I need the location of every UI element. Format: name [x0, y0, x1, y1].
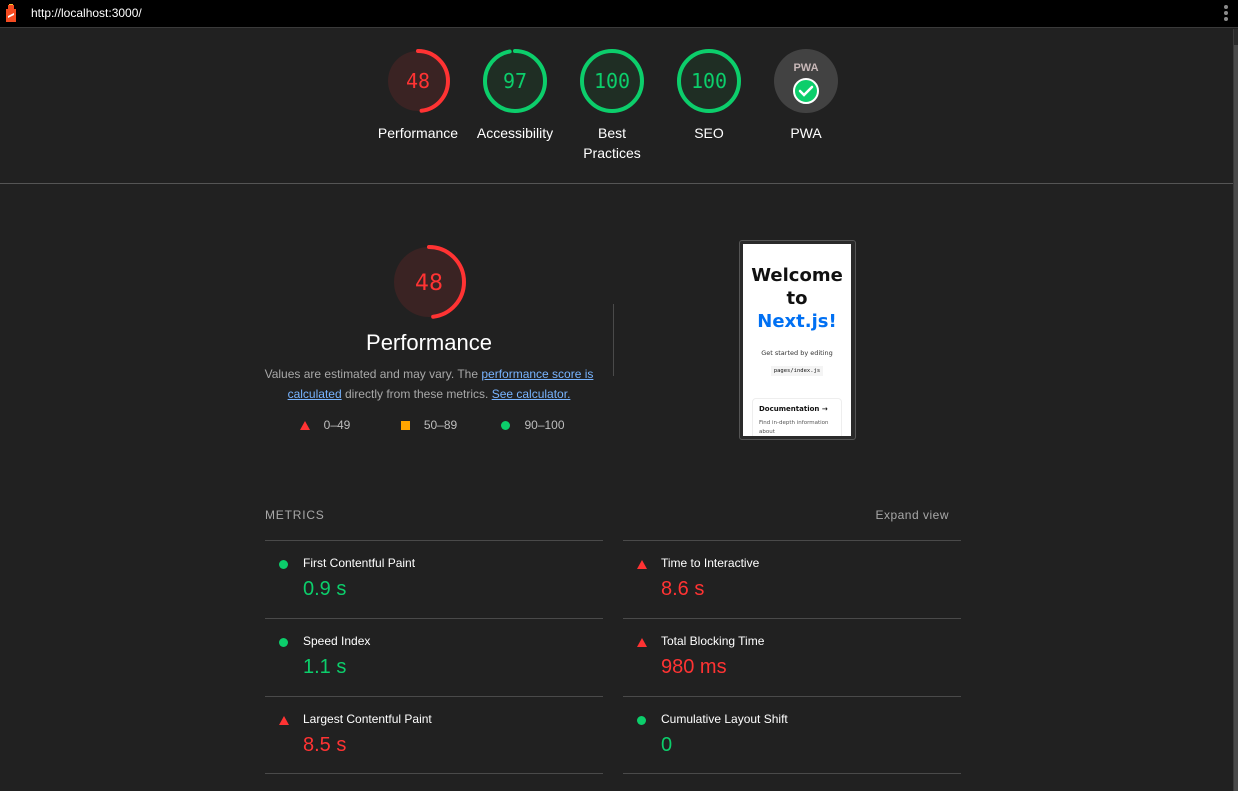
metric-value: 8.5 s: [303, 734, 347, 756]
screenshot-card: Documentation → Find in-depth informatio…: [752, 398, 842, 436]
metric-item: Cumulative Layout Shift 0: [623, 696, 961, 774]
screenshot-heading: Welcome: [751, 265, 843, 286]
legend-pass: 90–100: [481, 418, 585, 432]
performance-gauge: 48: [386, 49, 450, 113]
metric-value: 0.9 s: [303, 578, 347, 600]
best-practices-gauge: 100: [580, 49, 644, 113]
header-divider: [0, 183, 1233, 184]
pwa-badge-icon: PWA: [774, 49, 838, 113]
metric-item: First Contentful Paint 0.9 s: [265, 540, 603, 618]
score-label: SEO: [694, 125, 724, 141]
fail-triangle-icon: [279, 716, 289, 725]
metric-name: Cumulative Layout Shift: [661, 712, 788, 726]
pass-circle-icon: [637, 716, 646, 725]
metrics-grid: First Contentful Paint 0.9 s Time to Inter…: [265, 540, 961, 774]
legend-range: 50–89: [423, 418, 458, 432]
legend-fail: 0–49: [273, 418, 377, 432]
screenshot-heading-brand: Next.js!: [757, 311, 837, 332]
score-label: PWA: [790, 125, 822, 141]
score-value: 100: [691, 69, 727, 93]
metric-value: 980 ms: [661, 656, 727, 678]
score-pwa[interactable]: PWA PWA: [758, 48, 854, 143]
card-desc: Find in-depth information about: [759, 420, 829, 435]
score-value: 97: [503, 69, 527, 93]
score-accessibility[interactable]: 97 Accessibility: [467, 48, 563, 143]
metric-item: Largest Contentful Paint 8.5 s: [265, 696, 603, 774]
metrics-header: METRICS: [265, 508, 325, 522]
score-label: Performance: [377, 125, 459, 141]
score-label: Accessibility: [476, 125, 554, 141]
metric-name: Largest Contentful Paint: [303, 712, 432, 726]
metric-name: Total Blocking Time: [661, 634, 765, 648]
pwa-text: PWA: [793, 62, 818, 74]
metric-name: Time to Interactive: [661, 556, 760, 570]
triangle-icon: [299, 420, 310, 430]
desc-text: Values are estimated and may vary. The: [264, 367, 482, 381]
final-screenshot[interactable]: Welcome to Next.js! Get started by editi…: [739, 240, 856, 440]
metric-item: Time to Interactive 8.6 s: [623, 540, 961, 618]
lighthouse-logo-icon: [6, 4, 16, 22]
browser-top-bar: http://localhost:3000/: [0, 0, 1238, 28]
legend-range: 90–100: [524, 418, 565, 432]
performance-title: Performance: [366, 330, 492, 355]
performance-big-gauge: 48: [392, 245, 466, 319]
category-scores: 48 Performance 97 Accessibility 100 Best…: [0, 48, 1233, 183]
circle-icon: [501, 420, 511, 430]
metrics-section: METRICS Expand view First Contentful Pai…: [265, 508, 961, 774]
fail-triangle-icon: [637, 638, 647, 647]
desc-text: directly from these metrics.: [341, 387, 492, 401]
metric-name: Speed Index: [303, 634, 371, 648]
legend-range: 0–49: [323, 418, 351, 432]
accessibility-gauge: 97: [483, 49, 547, 113]
metric-value: 1.1 s: [303, 656, 347, 678]
metric-item: Total Blocking Time 980 ms: [623, 618, 961, 696]
score-legend: 0–49 50–89 90–100: [264, 418, 594, 432]
screenshot-page: Welcome to Next.js! Get started by editi…: [743, 244, 851, 436]
square-icon: [400, 420, 410, 430]
metric-item: Speed Index 1.1 s: [265, 618, 603, 696]
url-label: http://localhost:3000/: [31, 6, 142, 20]
screenshot-code: pages/index.js: [770, 366, 824, 376]
pass-circle-icon: [279, 638, 288, 647]
expand-view-button[interactable]: Expand view: [875, 508, 949, 540]
score-best-practices[interactable]: 100 Best Practices: [564, 48, 660, 163]
more-options-icon[interactable]: [1222, 4, 1230, 22]
screenshot-text: Get started by editing: [761, 349, 833, 357]
legend-average: 50–89: [377, 418, 481, 432]
score-value: 48: [415, 271, 443, 296]
score-label: Best Practices: [583, 125, 641, 161]
card-title: Documentation →: [759, 405, 828, 413]
score-value: 100: [594, 69, 630, 93]
screenshot-heading: to: [786, 288, 808, 309]
vertical-divider: [613, 304, 614, 376]
score-seo[interactable]: 100 SEO: [661, 48, 757, 143]
metric-value: 0: [661, 734, 673, 756]
scrollbar[interactable]: [1233, 29, 1238, 791]
scrollbar-thumb[interactable]: [1234, 45, 1238, 791]
score-value: 48: [406, 69, 430, 93]
pass-circle-icon: [279, 560, 288, 569]
metric-name: First Contentful Paint: [303, 556, 416, 570]
performance-description: Values are estimated and may vary. The p…: [264, 364, 594, 404]
performance-summary: 48 Performance Values are estimated and …: [264, 244, 594, 432]
metric-value: 8.6 s: [661, 578, 705, 600]
seo-gauge: 100: [677, 49, 741, 113]
fail-triangle-icon: [637, 560, 647, 569]
score-performance[interactable]: 48 Performance: [370, 48, 466, 143]
see-calculator-link[interactable]: See calculator.: [492, 387, 571, 401]
